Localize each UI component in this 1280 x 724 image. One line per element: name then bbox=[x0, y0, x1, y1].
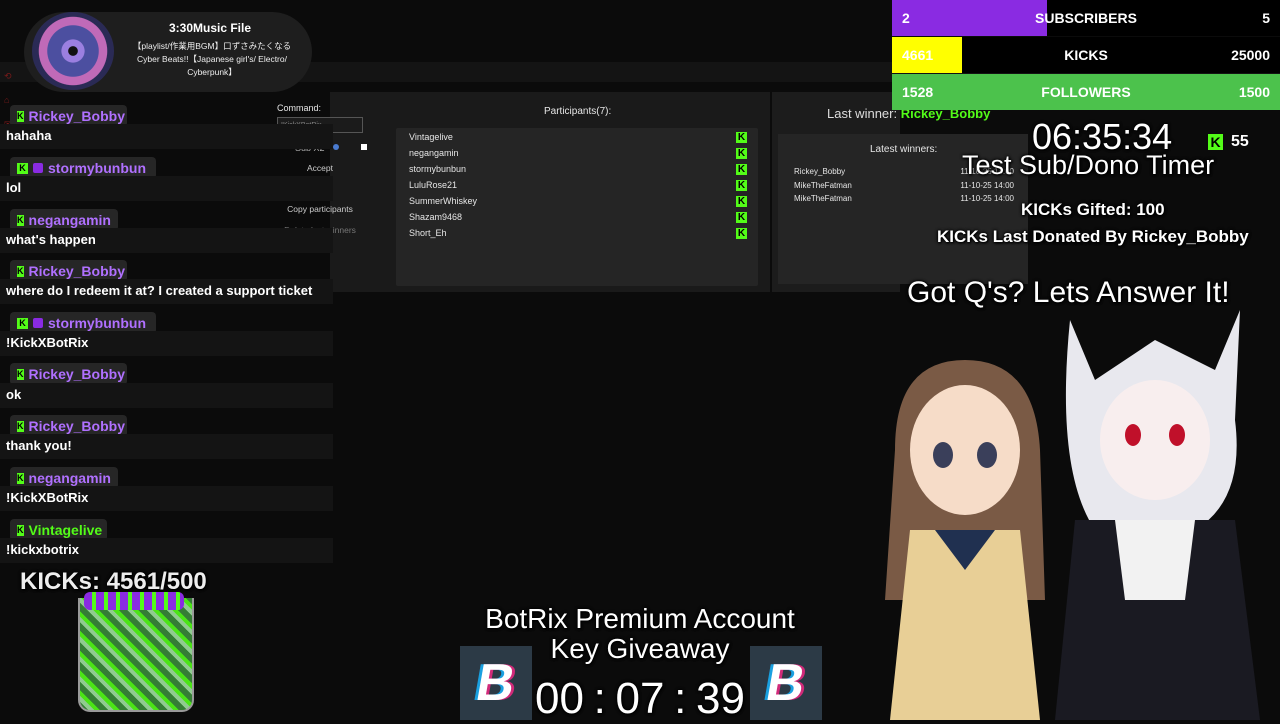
chat-message: !kickxbotrix bbox=[0, 538, 333, 563]
kicks-label: KICKS bbox=[1064, 47, 1108, 63]
last-donated: KICKs Last Donated By Rickey_Bobby bbox=[937, 227, 1249, 246]
music-header: 3:30Music File bbox=[130, 21, 290, 35]
participant-row[interactable]: Shazam9468 K bbox=[409, 212, 747, 228]
jar-top-icons bbox=[84, 592, 184, 610]
participant-row[interactable]: Short_Eh K bbox=[409, 228, 747, 244]
album-art bbox=[32, 12, 114, 90]
chat-message: what's happen bbox=[0, 228, 333, 253]
countdown-sep: : bbox=[593, 674, 606, 723]
kick-icon: K bbox=[736, 196, 747, 207]
kicks-bar: 4661 KICKS 25000 bbox=[892, 37, 1280, 73]
participants-rows: Vintagelive K negangamin K stormybunbun K L… bbox=[409, 132, 747, 244]
botrix-logo-icon: B bbox=[762, 654, 810, 712]
sub-x2-checkbox[interactable] bbox=[361, 144, 367, 150]
kick-icon: K bbox=[736, 180, 747, 191]
chat-username[interactable]: K Rickey_Bobby bbox=[10, 363, 127, 385]
followers-goal: 1500 bbox=[1238, 84, 1270, 100]
avatar-white-hair bbox=[1055, 310, 1260, 720]
kicks-goal: 25000 bbox=[1231, 47, 1270, 63]
participant-row[interactable]: LuluRose21 K bbox=[409, 180, 747, 196]
kicks-jar bbox=[78, 598, 194, 712]
countdown-sep: : bbox=[674, 674, 687, 723]
command-label: Command: bbox=[277, 103, 322, 113]
winner-row: MikeTheFatman 11-10-25 14:00 bbox=[794, 194, 1014, 203]
chat-message: ok bbox=[0, 383, 333, 408]
timer-kick-count: K 55 bbox=[1208, 133, 1249, 151]
latest-winners-title: Latest winners: bbox=[870, 144, 938, 155]
followers-label: FOLLOWERS bbox=[1041, 84, 1131, 100]
accept-button[interactable]: Accept bbox=[260, 163, 380, 173]
countdown-seconds: 39 bbox=[696, 674, 745, 723]
subscribers-label: SUBSCRIBERS bbox=[1035, 10, 1137, 26]
info-icon bbox=[333, 144, 339, 150]
kick-icon: K bbox=[17, 368, 24, 380]
chat-message: !KickXBotRix bbox=[0, 331, 333, 356]
kick-icon: K bbox=[17, 420, 24, 432]
kick-icon: K bbox=[736, 164, 747, 175]
timer-label: Test Sub/Dono Timer bbox=[962, 150, 1215, 180]
kick-icon: K bbox=[17, 265, 24, 277]
countdown-minutes: 07 bbox=[615, 674, 665, 723]
sidebar-icon[interactable]: ⟲ bbox=[4, 64, 12, 88]
giveaway-line1: BotRix Premium Account bbox=[485, 603, 795, 634]
last-winner-label: Last winner: bbox=[827, 106, 898, 121]
kick-icon: K bbox=[736, 148, 747, 159]
kick-icon: K bbox=[17, 524, 24, 536]
subscribers-bar: 2 SUBSCRIBERS 5 bbox=[892, 0, 1280, 36]
chat-message: hahaha bbox=[0, 124, 333, 149]
timer-k-count: 55 bbox=[1231, 133, 1249, 150]
sub-badge-icon bbox=[33, 318, 43, 328]
chat-message: lol bbox=[0, 176, 333, 201]
subscribers-goal: 5 bbox=[1262, 10, 1270, 26]
botrix-logo-icon: B bbox=[472, 654, 520, 712]
chat-message: where do I redeem it at? I created a sup… bbox=[0, 279, 333, 304]
vtuber-avatars bbox=[885, 310, 1260, 720]
sub-badge-icon bbox=[33, 163, 43, 173]
participant-row[interactable]: SummerWhiskey K bbox=[409, 196, 747, 212]
botrix-logo-right: B bbox=[750, 646, 822, 720]
music-duration: 3:30 bbox=[168, 21, 193, 35]
participant-row[interactable]: Vintagelive K bbox=[409, 132, 747, 148]
chat-message: thank you! bbox=[0, 434, 333, 459]
kick-icon: K bbox=[17, 110, 24, 122]
kick-icon: K bbox=[17, 214, 24, 226]
music-title: 【playlist/作業用BGM】口ずさみたくなるCyber Beats!!【J… bbox=[132, 41, 292, 77]
kick-icon: K bbox=[17, 472, 24, 484]
kicks-gifted: KICKs Gifted: 100 bbox=[1021, 200, 1165, 219]
kick-icon: K bbox=[736, 228, 747, 239]
winner-row: MikeTheFatman 11-10-25 14:00 bbox=[794, 180, 1014, 190]
kick-icon: K bbox=[17, 317, 28, 329]
followers-bar: 1528 FOLLOWERS 1500 bbox=[892, 74, 1280, 110]
participant-row[interactable]: negangamin K bbox=[409, 148, 747, 164]
kick-icon: K bbox=[736, 132, 747, 143]
botrix-logo-left: B bbox=[460, 646, 532, 720]
copy-participants-button[interactable]: Copy participants bbox=[260, 204, 380, 214]
avatar-brown-hair bbox=[885, 360, 1045, 720]
chat-message: !KickXBotRix bbox=[0, 486, 333, 511]
giveaway-countdown: 00:07:39 bbox=[535, 674, 745, 724]
music-label: Music File bbox=[193, 21, 252, 35]
kick-icon: K bbox=[1208, 134, 1223, 150]
countdown-hours: 00 bbox=[535, 674, 584, 723]
kick-icon: K bbox=[17, 162, 28, 174]
participants-title: Participants(7): bbox=[544, 106, 612, 117]
kick-icon: K bbox=[736, 212, 747, 223]
participant-row[interactable]: stormybunbun K bbox=[409, 164, 747, 180]
